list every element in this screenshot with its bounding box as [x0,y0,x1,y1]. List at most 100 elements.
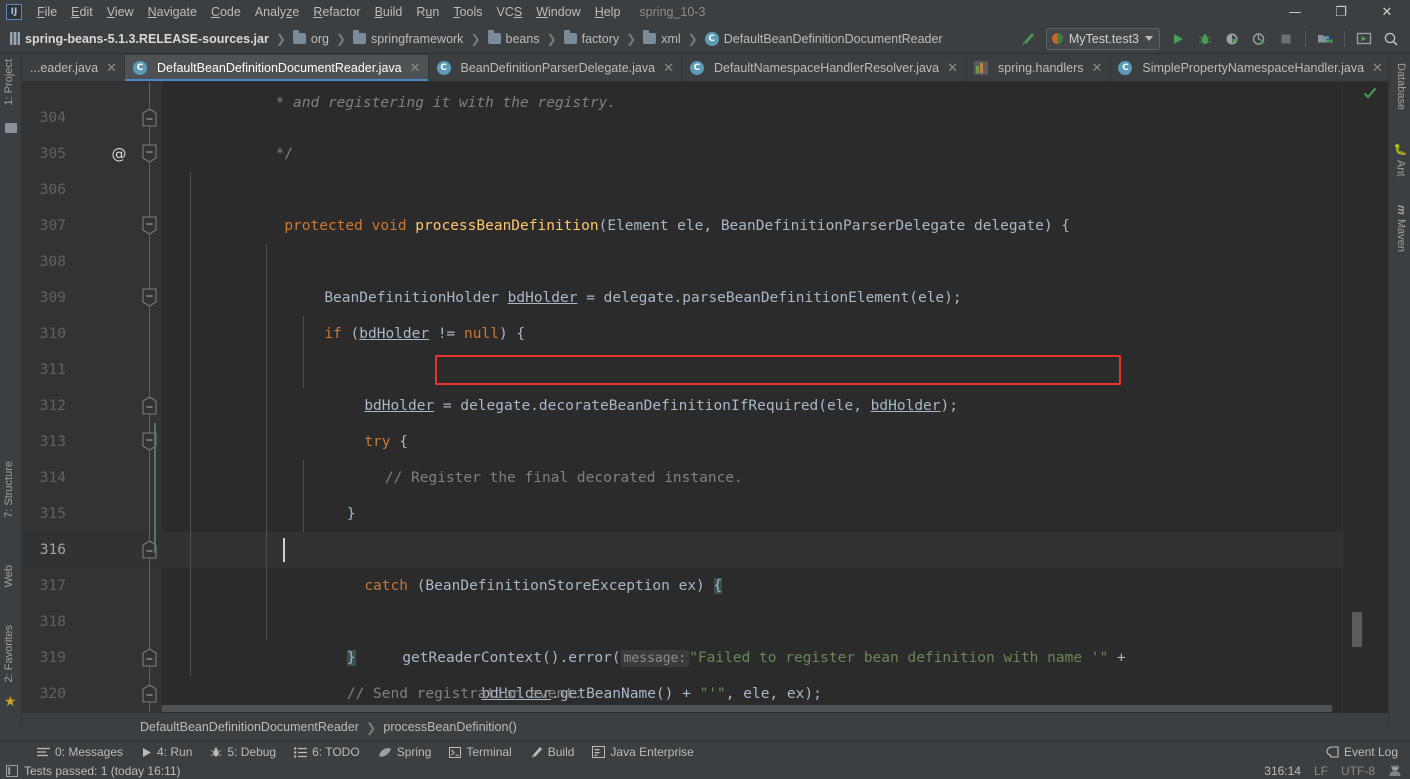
sidebar-item-web-label: Web [3,565,15,588]
bottom-item-debug[interactable]: 5: Debug [201,742,285,763]
breadcrumb-class[interactable]: DefaultBeanDefinitionDocumentReader [140,720,359,734]
navbar-crumb-springframework[interactable]: springframework [350,30,466,48]
gutter-row-314: 314 [22,460,162,496]
bottom-item-build[interactable]: Build [521,742,584,763]
editor-tab-2[interactable]: C BeanDefinitionParserDelegate.java ✕ [428,55,682,81]
debug-button[interactable] [1192,27,1218,51]
navbar-crumb-jar[interactable]: spring-beans-5.1.3.RELEASE-sources.jar [7,30,272,48]
run-button[interactable] [1165,27,1191,51]
left-tool-window-stripe: 1: Project 7: Structure Web 2: Favorites… [0,55,22,724]
editor-tab-3[interactable]: C DefaultNamespaceHandlerResolver.java ✕ [681,55,967,81]
menu-build[interactable]: Build [368,2,410,22]
close-icon[interactable]: ✕ [410,61,421,76]
status-bar-message[interactable]: Tests passed: 1 (today 16:11) [24,764,181,778]
bottom-item-terminal[interactable]: Terminal [440,742,520,763]
analysis-gutter[interactable] [1342,82,1388,713]
breadcrumb-method[interactable]: processBeanDefinition() [383,720,516,734]
maximize-button[interactable]: ❐ [1318,0,1364,24]
menu-file[interactable]: File [30,2,64,22]
editor-tab-4[interactable]: spring.handlers ✕ [966,55,1111,81]
menu-help[interactable]: Help [588,2,628,22]
sidebar-item-web[interactable]: Web [3,565,15,587]
search-everywhere-icon[interactable] [1378,27,1404,51]
editor-tab-0[interactable]: ...eader.java ✕ [22,55,126,81]
minimize-button[interactable]: — [1272,0,1318,24]
line-number-312: 312 [39,398,66,414]
build-hammer-icon[interactable] [1015,27,1041,51]
navbar-crumb-xml[interactable]: xml [640,30,683,48]
bottom-item-spring[interactable]: Spring [369,742,441,763]
code-line-310: // Register the final decorated instance… [162,316,1342,486]
editor-tab-2-label: BeanDefinitionParserDelegate.java [460,61,656,75]
close-icon[interactable]: ✕ [1372,61,1383,76]
code-line-305: protected void processBeanDefinition(Ele… [162,136,1342,234]
caret-position-indicator[interactable]: 316:14 [1264,764,1301,778]
editor-horizontal-scrollbar-track[interactable] [162,704,1332,713]
editor-code-area[interactable]: * and registering it with the registry. … [162,82,1342,713]
update-application-button[interactable] [1351,27,1377,51]
menu-edit[interactable]: Edit [64,2,100,22]
gutter-row-309: 309 [22,280,162,316]
sidebar-item-ant[interactable]: 🐛 Ant [1394,143,1407,177]
menu-run[interactable]: Run [409,2,446,22]
fold-collapse-icon[interactable] [142,288,157,307]
fold-collapse-icon[interactable] [142,216,157,235]
navbar-crumb-factory[interactable]: factory [561,30,623,48]
close-icon[interactable]: ✕ [663,61,674,76]
gutter-row-303: 303 [22,82,162,100]
menu-navigate[interactable]: Navigate [141,2,204,22]
bottom-item-java-enterprise[interactable]: Java Enterprise [583,742,702,763]
inspection-ok-icon[interactable] [1363,86,1377,100]
editor-gutter[interactable]: 303 304 305 @ [22,82,162,713]
navbar-crumb-class[interactable]: C DefaultBeanDefinitionDocumentReader [702,30,946,48]
editor-tab-5[interactable]: C SimplePropertyNamespaceHandler.java ✕ [1110,55,1391,81]
close-button[interactable]: ✕ [1364,0,1410,24]
sidebar-item-favorites[interactable]: 2: Favorites [3,625,15,682]
bottom-item-messages[interactable]: 0: Messages [28,742,132,763]
fold-collapse-icon[interactable] [142,144,157,163]
close-icon[interactable]: ✕ [947,61,958,76]
run-configuration-selector[interactable]: MyTest.test3 [1045,27,1160,50]
editor-tab-1[interactable]: C DefaultBeanDefinitionDocumentReader.ja… [125,55,429,81]
navbar-crumb-beans[interactable]: beans [485,30,543,48]
menu-tools[interactable]: Tools [446,2,489,22]
run-config-icon [1051,33,1063,44]
stop-button[interactable] [1273,27,1299,51]
bottom-item-run[interactable]: 4: Run [132,742,201,763]
navbar-crumb-org[interactable]: org [290,30,332,48]
encoding-indicator[interactable]: UTF-8 [1341,764,1375,778]
sidebar-item-maven[interactable]: m Maven [1395,205,1407,252]
run-with-coverage-button[interactable] [1219,27,1245,51]
editor-vertical-scrollbar[interactable] [1352,612,1362,647]
close-icon[interactable]: ✕ [1091,61,1102,76]
sidebar-item-structure[interactable]: 7: Structure [3,461,15,518]
editor-horizontal-scrollbar-thumb[interactable] [162,705,1332,712]
profiler-button[interactable] [1246,27,1272,51]
code-editor[interactable]: 303 304 305 @ [22,82,1388,713]
project-structure-button[interactable] [1312,27,1338,51]
menu-analyze[interactable]: Analyze [248,2,306,22]
menu-code[interactable]: Code [204,2,248,22]
override-annotation-icon[interactable]: @ [110,145,128,163]
menu-refactor[interactable]: Refactor [306,2,367,22]
jar-icon [10,32,20,45]
menu-vcs[interactable]: VCS [490,2,530,22]
toolbar-divider [1305,30,1306,47]
bottom-item-terminal-label: Terminal [466,745,512,759]
sidebar-item-database[interactable]: Database [1395,63,1407,110]
hector-icon[interactable] [1388,764,1402,777]
fold-collapse-icon[interactable] [142,684,157,703]
event-log-button[interactable]: Event Log [1326,745,1410,759]
menu-view[interactable]: View [100,2,141,22]
bottom-item-todo[interactable]: 6: TODO [285,742,369,763]
folder-icon [563,30,577,44]
fold-collapse-icon[interactable] [142,648,157,667]
close-icon[interactable]: ✕ [106,61,117,76]
fold-collapse-icon[interactable] [142,108,157,127]
fold-collapse-icon[interactable] [142,396,157,415]
sidebar-item-project[interactable]: 1: Project [3,59,15,105]
crumb-separator: ❯ [335,31,347,46]
editor-tab-bar: ...eader.java ✕ C DefaultBeanDefinitionD… [22,55,1410,82]
line-separator-indicator[interactable]: LF [1314,764,1328,778]
menu-window[interactable]: Window [529,2,587,22]
